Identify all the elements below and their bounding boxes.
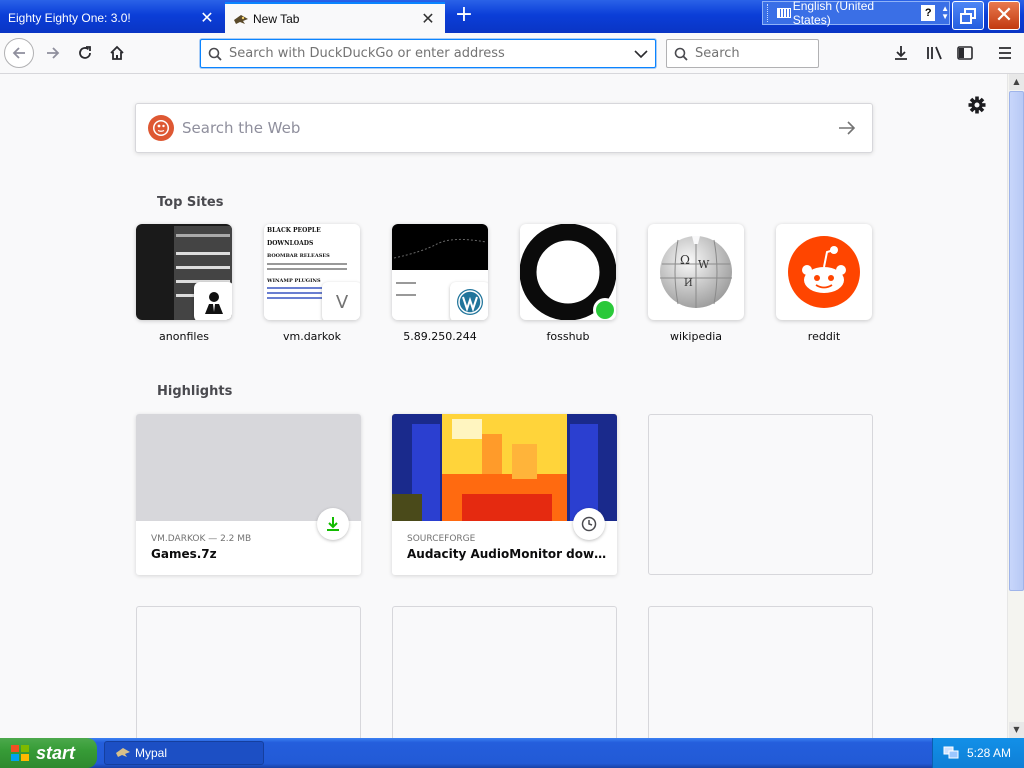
search-bar[interactable]: [666, 39, 819, 68]
top-site-label[interactable]: anonfiles: [136, 330, 232, 343]
top-site-fosshub[interactable]: [520, 224, 616, 320]
top-site-label[interactable]: wikipedia: [648, 330, 744, 343]
url-bar[interactable]: [200, 39, 656, 68]
anonfiles-favicon-icon: [194, 282, 232, 320]
vertical-scrollbar[interactable]: ▲ ▼: [1007, 74, 1024, 738]
language-label[interactable]: English (United States): [793, 0, 914, 27]
highlight-placeholder: [648, 606, 873, 738]
start-button[interactable]: start: [0, 738, 97, 768]
sidebar-icon[interactable]: [950, 38, 980, 68]
arrow-right-icon[interactable]: [822, 121, 872, 135]
chevron-down-icon[interactable]: [627, 49, 655, 59]
top-site-anonfiles[interactable]: [136, 224, 232, 320]
top-site-wikipedia[interactable]: Ω W И: [648, 224, 744, 320]
svg-text:И: И: [684, 278, 693, 289]
windows-taskbar: start Mypal 5:28 AM: [0, 738, 1024, 768]
highlight-placeholder: [648, 414, 873, 575]
tab-eighty-eighty-one[interactable]: Eighty Eighty One: 3.0! ✕: [0, 2, 224, 33]
download-icon: [317, 508, 349, 540]
tab-title: New Tab: [253, 11, 300, 26]
network-icon[interactable]: [943, 744, 959, 763]
search-icon: [667, 47, 695, 61]
download-icon[interactable]: [886, 38, 916, 68]
tab-title: Eighty Eighty One: 3.0!: [8, 10, 131, 25]
language-bar-options-icon[interactable]: ▲ ▼: [941, 5, 949, 21]
letter-v-favicon-icon: V: [322, 282, 360, 320]
windows-flag-icon: [11, 745, 29, 761]
library-icon[interactable]: [920, 38, 950, 68]
scroll-down-arrow-icon[interactable]: ▼: [1009, 722, 1024, 738]
highlight-card-games[interactable]: VM.DARKOK — 2.2 MB Games.7z: [136, 414, 361, 575]
mypal-icon: [115, 744, 131, 763]
scroll-up-arrow-icon[interactable]: ▲: [1009, 74, 1024, 90]
top-site-reddit[interactable]: [776, 224, 872, 320]
back-arrow-icon[interactable]: [4, 38, 34, 68]
top-site-label[interactable]: 5.89.250.244: [392, 330, 488, 343]
clock-icon: [573, 508, 605, 540]
search-icon: [201, 47, 229, 61]
highlights-heading: Highlights: [157, 384, 233, 399]
highlight-meta: SOURCEFORGE: [407, 534, 476, 544]
wikipedia-globe-icon: Ω W И: [660, 236, 732, 308]
gear-icon[interactable]: [966, 94, 988, 116]
keyboard-icon: [776, 8, 791, 18]
web-search-box[interactable]: [135, 103, 873, 153]
tab-new-tab[interactable]: New Tab ✕: [225, 2, 445, 33]
forward-arrow-icon[interactable]: [38, 38, 68, 68]
language-bar-grip[interactable]: [767, 4, 773, 22]
scrollbar-thumb[interactable]: [1009, 91, 1024, 591]
preview-heading: BOOMBAR RELEASES: [267, 253, 330, 259]
highlight-placeholder: [136, 606, 361, 738]
top-site-label[interactable]: reddit: [776, 330, 872, 343]
audacity-preview-image: [392, 414, 617, 521]
top-sites-heading: Top Sites: [157, 195, 224, 210]
top-site-label[interactable]: fosshub: [520, 330, 616, 343]
preview-heading: DOWNLOADS: [267, 240, 314, 247]
language-bar[interactable]: English (United States) ? ▲ ▼: [762, 0, 950, 27]
start-label: start: [36, 742, 76, 763]
system-tray: 5:28 AM: [932, 738, 1024, 768]
highlight-title: Audacity AudioMonitor downloa...: [407, 547, 607, 561]
top-site-label[interactable]: vm.darkok: [264, 330, 360, 343]
top-site-vm-darkok[interactable]: BLACK PEOPLE DOWNLOADS BOOMBAR RELEASES …: [264, 224, 360, 320]
highlight-title: Games.7z: [151, 547, 217, 561]
tab-strip: Eighty Eighty One: 3.0! ✕ New Tab ✕ + En…: [0, 0, 1024, 33]
help-icon[interactable]: ?: [921, 5, 936, 21]
reload-icon[interactable]: [70, 38, 100, 68]
preview-heading: BLACK PEOPLE: [267, 227, 321, 234]
wordpress-icon: [450, 282, 488, 320]
hamburger-menu-icon[interactable]: [990, 38, 1020, 68]
address-input[interactable]: [229, 46, 627, 61]
web-search-input[interactable]: [182, 119, 822, 137]
svg-text:Ω: Ω: [680, 253, 690, 267]
taskbar-window-mypal[interactable]: Mypal: [104, 741, 264, 765]
top-site-ip[interactable]: [392, 224, 488, 320]
search-input[interactable]: [695, 46, 813, 61]
duckduckgo-logo-icon: [148, 115, 174, 141]
mypal-favicon-icon: [233, 11, 249, 27]
svg-text:W: W: [698, 258, 710, 271]
fosshub-logo-icon: [520, 224, 616, 320]
new-tab-page: Top Sites anonfiles BLACK PEOPLE DOWNLOA…: [0, 74, 1007, 738]
close-tab-icon[interactable]: ✕: [417, 8, 439, 30]
navigation-toolbar: [0, 33, 1024, 74]
highlight-placeholder: [392, 606, 617, 738]
restore-window-button[interactable]: [952, 1, 984, 30]
close-window-button[interactable]: ✕: [988, 1, 1020, 30]
new-tab-plus-icon[interactable]: +: [452, 4, 476, 28]
clock[interactable]: 5:28 AM: [967, 746, 1011, 760]
highlight-meta: VM.DARKOK — 2.2 MB: [151, 534, 252, 544]
home-icon[interactable]: [102, 38, 132, 68]
highlight-preview: [136, 414, 361, 521]
reddit-logo-icon: [788, 236, 860, 308]
taskbar-window-label: Mypal: [135, 746, 168, 760]
close-tab-icon[interactable]: ✕: [196, 7, 218, 29]
highlight-card-audacity[interactable]: SOURCEFORGE Audacity AudioMonitor downlo…: [392, 414, 617, 575]
